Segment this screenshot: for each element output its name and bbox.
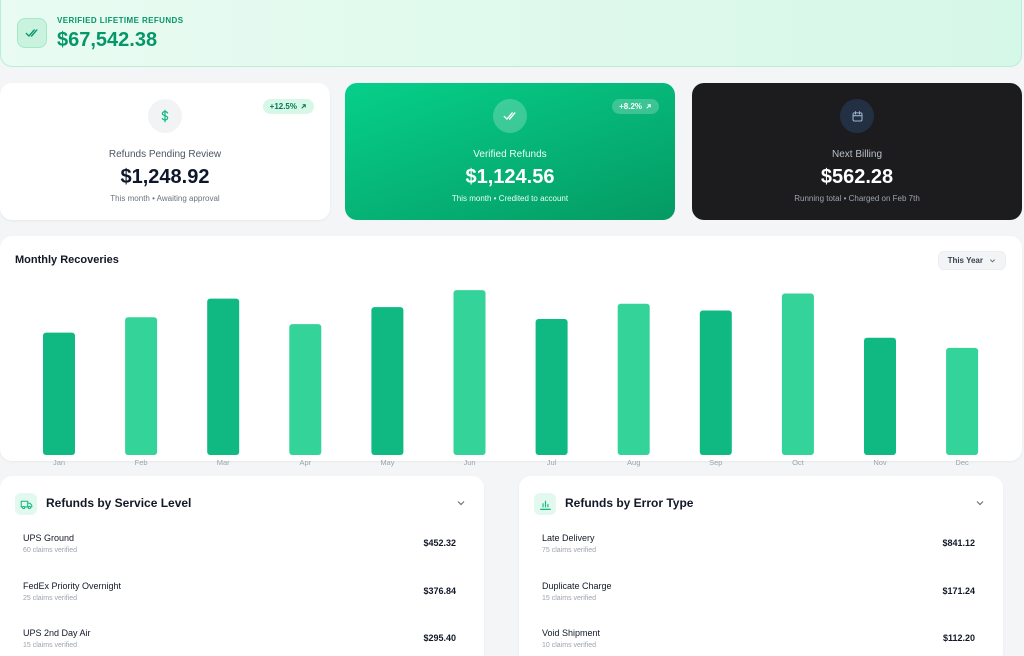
chevron-down-icon[interactable] — [975, 498, 985, 508]
x-tick-label: Feb — [135, 458, 148, 467]
bar-mar[interactable] — [207, 298, 240, 455]
truck-icon — [15, 493, 37, 515]
chevron-down-icon[interactable] — [456, 498, 466, 508]
panel-title: Refunds by Service Level — [46, 496, 192, 510]
arrow-up-right-icon — [301, 104, 306, 109]
x-tick-label: Jul — [547, 458, 557, 467]
bar-dec[interactable] — [946, 347, 979, 455]
list-item[interactable]: UPS Ground 60 claims verified $452.32 — [23, 533, 456, 563]
panel-title: Refunds by Error Type — [565, 496, 694, 510]
trend-badge: +8.2% — [612, 99, 659, 114]
stat-card-pending: +12.5% Refunds Pending Review $1,248.92 … — [0, 83, 330, 220]
stat-card-next-billing: Next Billing $562.28 Running total • Cha… — [692, 83, 1022, 220]
x-tick-label: Apr — [299, 458, 311, 467]
stat-card-verified: +8.2% Verified Refunds $1,124.56 This mo… — [345, 83, 675, 220]
x-tick-label: Oct — [792, 458, 805, 467]
bar-jun[interactable] — [453, 290, 486, 455]
stat-subtitle: Running total • Charged on Feb 7th — [794, 194, 920, 203]
stat-subtitle: This month • Awaiting approval — [110, 194, 220, 203]
trend-badge: +12.5% — [262, 99, 314, 114]
list-item[interactable]: Void Shipment 10 claims verified $112.20 — [542, 628, 975, 656]
bar-oct[interactable] — [781, 293, 814, 456]
range-select[interactable]: This Year — [937, 251, 1006, 270]
stat-value: $1,248.92 — [120, 166, 210, 188]
stat-label: Refunds Pending Review — [108, 149, 222, 160]
list-item[interactable]: FedEx Priority Overnight 25 claims verif… — [23, 581, 456, 611]
arrow-up-right-icon — [646, 104, 651, 109]
x-tick-label: Sep — [709, 458, 722, 467]
bar-chart-icon — [534, 493, 556, 515]
hero-label: VERIFIED LIFETIME REFUNDS — [57, 16, 184, 25]
x-tick-label: Jan — [53, 458, 65, 467]
double-check-icon — [17, 18, 47, 48]
x-tick-label: Aug — [627, 458, 640, 467]
x-tick-label: Dec — [955, 458, 969, 467]
hero-value: $67,542.38 — [57, 29, 158, 51]
x-tick-label: Nov — [873, 458, 887, 467]
lifetime-refunds-banner: VERIFIED LIFETIME REFUNDS $67,542.38 — [0, 0, 1022, 67]
bar-jul[interactable] — [535, 319, 568, 455]
list-item[interactable]: Late Delivery 75 claims verified $841.12 — [542, 533, 975, 563]
list-item[interactable]: UPS 2nd Day Air 15 claims verified $295.… — [23, 628, 456, 656]
dollar-icon — [148, 99, 182, 133]
bar-aug[interactable] — [617, 303, 650, 455]
bar-nov[interactable] — [864, 337, 896, 455]
bar-apr[interactable] — [289, 324, 322, 455]
x-tick-label: Mar — [217, 458, 230, 467]
bar-chart: Jan Feb Mar Apr May Jun Jul Aug Sep Oct Nov Dec — [43, 290, 979, 467]
stat-value: $562.28 — [820, 166, 894, 188]
x-tick-label: May — [380, 458, 394, 467]
bar-may[interactable] — [371, 307, 404, 455]
bar-sep[interactable] — [699, 310, 732, 456]
bar-feb[interactable] — [125, 317, 158, 455]
chart-title: Monthly Recoveries — [15, 254, 119, 266]
bar-jan[interactable] — [43, 332, 75, 455]
double-check-icon — [493, 99, 527, 133]
x-tick-label: Jun — [463, 458, 475, 467]
stat-subtitle: This month • Credited to account — [451, 194, 569, 203]
service-level-panel: Refunds by Service Level UPS Ground 60 c… — [0, 476, 484, 656]
chevron-down-icon — [989, 259, 996, 263]
stat-value: $1,124.56 — [465, 166, 555, 188]
stat-label: Next Billing — [831, 149, 883, 160]
list-item[interactable]: Duplicate Charge 15 claims verified $171… — [542, 581, 975, 611]
calendar-icon — [840, 99, 874, 133]
monthly-recoveries-chart: Jan Feb Mar Apr May Jun Jul Aug Sep Oct Nov Dec Mon… — [0, 236, 1022, 467]
stat-label: Verified Refunds — [473, 149, 547, 160]
error-type-panel: Refunds by Error Type Late Delivery 75 c… — [519, 476, 1003, 656]
